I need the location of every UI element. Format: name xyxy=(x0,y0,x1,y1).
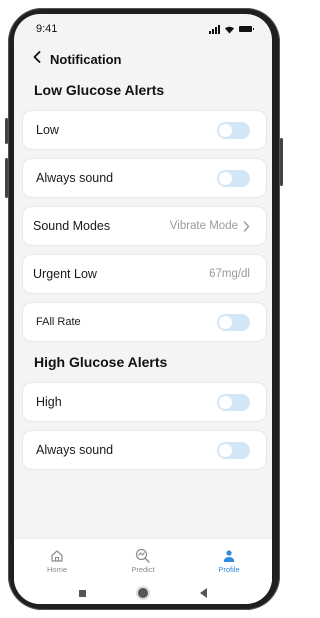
tab-home[interactable]: Home xyxy=(14,539,100,583)
sound-modes-row[interactable]: Sound Modes Vibrate Mode xyxy=(22,206,267,246)
power-button xyxy=(280,138,283,186)
chevron-left-icon xyxy=(33,51,41,63)
signal-icon xyxy=(209,24,220,34)
sound-mode-value: Vibrate Mode xyxy=(170,220,250,232)
tab-label: Profile xyxy=(218,564,240,574)
back-nav-button[interactable] xyxy=(200,588,207,598)
status-time: 9:41 xyxy=(36,23,58,35)
sound-mode-text: Vibrate Mode xyxy=(169,220,238,232)
status-bar: 9:41 xyxy=(14,14,272,44)
high-toggle-row[interactable]: High xyxy=(22,382,267,422)
status-icons xyxy=(209,24,254,34)
tab-predict[interactable]: Predict xyxy=(100,539,186,583)
tab-profile[interactable]: Profile xyxy=(186,539,272,583)
always-sound-high-row[interactable]: Always sound xyxy=(22,430,267,470)
predict-icon xyxy=(135,548,150,563)
page-header: Notification xyxy=(14,48,272,70)
chevron-right-icon xyxy=(243,220,250,232)
row-label: Urgent Low xyxy=(33,267,97,281)
profile-icon xyxy=(223,549,235,562)
tab-label: Home xyxy=(46,564,67,574)
fall-rate-toggle[interactable] xyxy=(217,313,250,331)
battery-icon xyxy=(239,26,254,32)
toggle-knob xyxy=(219,171,232,185)
app-screen: 9:41 Notification Low Glucose Alerts Low… xyxy=(14,14,272,604)
always-sound-high-toggle[interactable] xyxy=(217,441,250,459)
row-label: Low xyxy=(36,123,59,137)
wifi-icon xyxy=(225,26,234,33)
low-toggle[interactable] xyxy=(217,121,250,139)
volume-button xyxy=(5,118,8,144)
row-label: FAll Rate xyxy=(36,316,81,328)
low-alerts-title: Low Glucose Alerts xyxy=(34,82,165,98)
row-label: Sound Modes xyxy=(33,219,111,233)
toggle-knob xyxy=(219,443,232,457)
bottom-tab-bar: Home Predict Profile xyxy=(14,538,272,583)
always-sound-low-row[interactable]: Always sound xyxy=(22,158,267,198)
page-title: Notification xyxy=(50,51,122,67)
row-label: High xyxy=(36,395,62,409)
low-alerts-list: Low Always sound Sound Modes Vibrate Mod… xyxy=(14,110,272,342)
row-label: Always sound xyxy=(36,171,114,185)
always-sound-low-toggle[interactable] xyxy=(217,169,250,187)
toggle-knob xyxy=(219,315,232,329)
high-alerts-list: High Always sound xyxy=(14,382,272,470)
recents-button[interactable] xyxy=(79,589,86,597)
home-button[interactable] xyxy=(136,586,150,600)
toggle-knob xyxy=(219,123,232,137)
home-icon xyxy=(51,549,63,562)
urgent-low-row[interactable]: Urgent Low 67mg/dl xyxy=(22,254,267,294)
high-toggle[interactable] xyxy=(217,393,250,411)
back-button[interactable] xyxy=(32,50,50,68)
volume-button xyxy=(5,158,8,198)
tab-label: Predict xyxy=(131,565,155,574)
high-alerts-title: High Glucose Alerts xyxy=(34,354,168,370)
row-label: Always sound xyxy=(36,443,114,457)
fall-rate-row[interactable]: FAll Rate xyxy=(22,302,267,342)
low-toggle-row[interactable]: Low xyxy=(22,110,267,150)
urgent-low-value: 67mg/dl xyxy=(209,268,250,280)
toggle-knob xyxy=(219,395,232,409)
system-nav-bar xyxy=(14,582,272,604)
